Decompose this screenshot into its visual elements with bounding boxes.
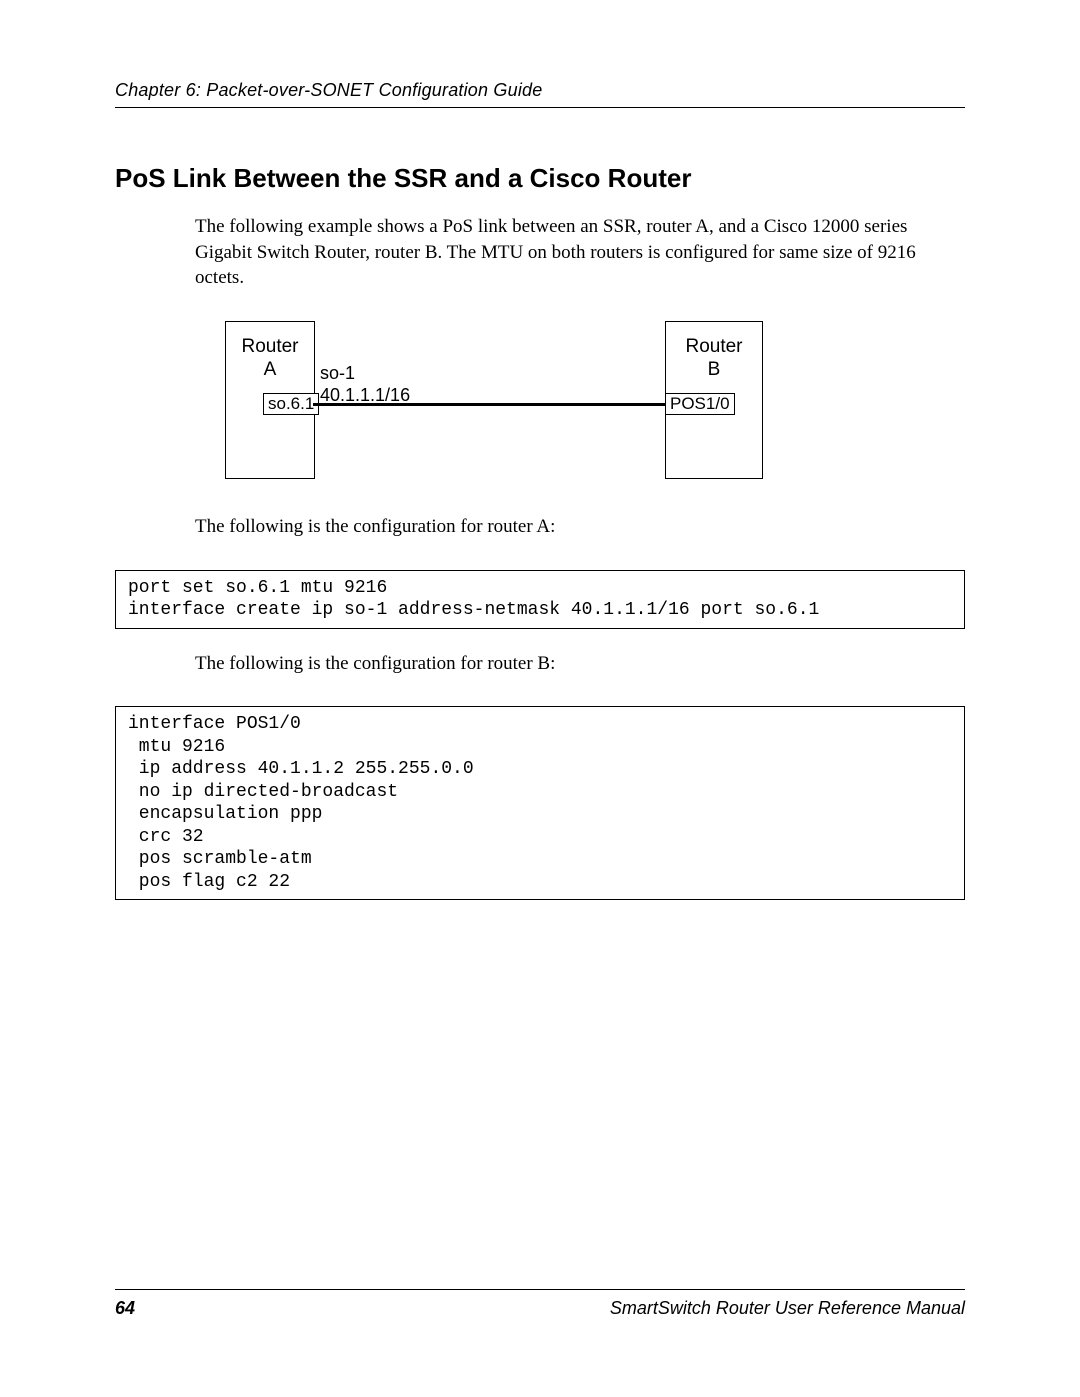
link-name: so-1 bbox=[320, 363, 410, 385]
router-a-port: so.6.1 bbox=[263, 393, 319, 415]
page-number: 64 bbox=[115, 1298, 135, 1319]
config-a-code: port set so.6.1 mtu 9216 interface creat… bbox=[115, 570, 965, 629]
link-line bbox=[313, 403, 667, 406]
running-header: Chapter 6: Packet-over-SONET Configurati… bbox=[115, 80, 965, 108]
intro-paragraph: The following example shows a PoS link b… bbox=[195, 214, 965, 291]
router-b-port: POS1/0 bbox=[665, 393, 735, 415]
config-a-lead: The following is the configuration for r… bbox=[195, 514, 965, 540]
router-b-label: Router B bbox=[666, 336, 762, 382]
page: Chapter 6: Packet-over-SONET Configurati… bbox=[0, 0, 1080, 1397]
section-title: PoS Link Between the SSR and a Cisco Rou… bbox=[115, 163, 965, 194]
link-label: so-1 40.1.1.1/16 bbox=[320, 363, 410, 406]
network-diagram: Router A so.6.1 so-1 40.1.1.1/16 Router … bbox=[195, 321, 765, 479]
config-b-code: interface POS1/0 mtu 9216 ip address 40.… bbox=[115, 706, 965, 900]
router-a-label: Router A bbox=[226, 336, 314, 382]
config-b-lead: The following is the configuration for r… bbox=[195, 651, 965, 677]
diagram-container: Router A so.6.1 so-1 40.1.1.1/16 Router … bbox=[195, 321, 965, 479]
manual-title: SmartSwitch Router User Reference Manual bbox=[610, 1298, 965, 1319]
page-footer: 64 SmartSwitch Router User Reference Man… bbox=[115, 1289, 965, 1319]
